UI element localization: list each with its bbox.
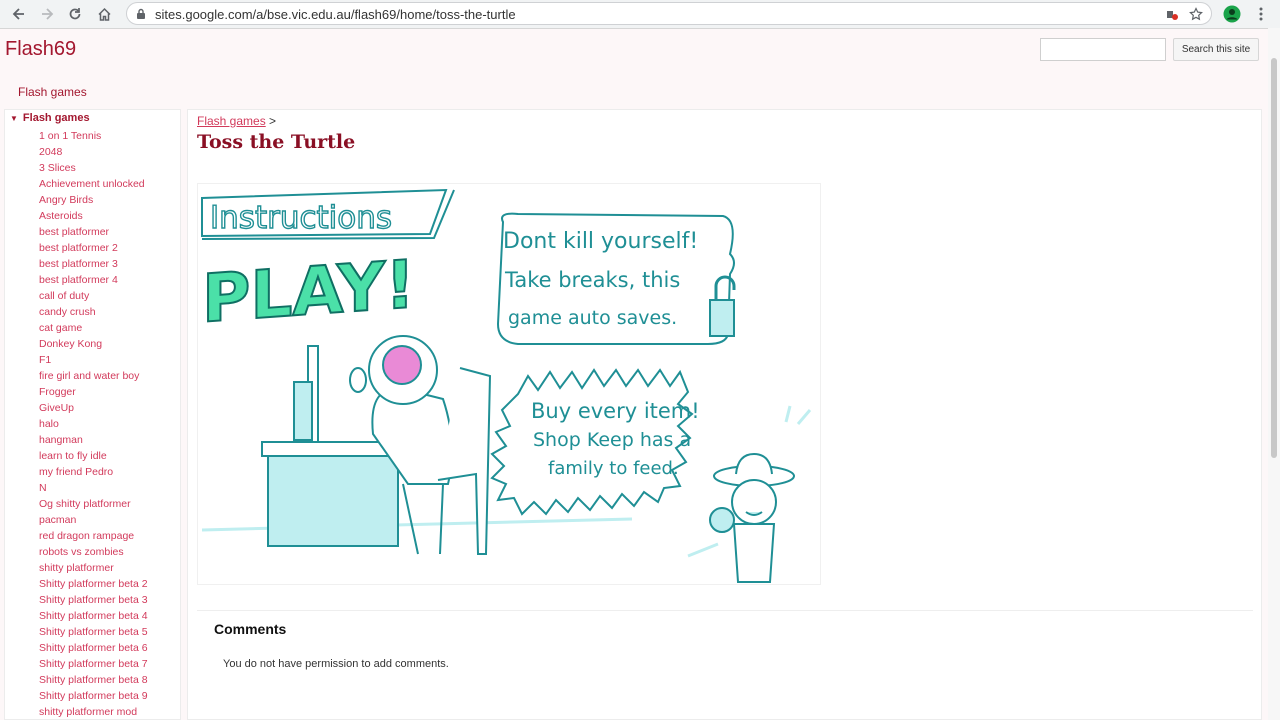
sidebar-item[interactable]: call of duty (39, 288, 148, 304)
sidebar-item[interactable]: candy crush (39, 304, 148, 320)
sidebar-item[interactable]: Shitty platformer beta 6 (39, 640, 148, 656)
sidebar-item[interactable]: best platformer 2 (39, 240, 148, 256)
sidebar-item[interactable]: my friend Pedro (39, 464, 148, 480)
sidebar-item[interactable]: N (39, 480, 148, 496)
instructions-title: Instructions (210, 200, 392, 236)
play-button[interactable]: PLAY! (201, 245, 416, 339)
extension-icon[interactable] (1163, 5, 1181, 23)
sidebar-header[interactable]: ▼ Flash games (10, 112, 90, 124)
sidebar-item[interactable]: Shitty platformer beta 5 (39, 624, 148, 640)
svg-text:family to feed.: family to feed. (548, 458, 679, 479)
sidebar-item[interactable]: robots vs zombies (39, 544, 148, 560)
svg-text:Dont kill yourself!: Dont kill yourself! (503, 229, 698, 254)
sidebar: ▼ Flash games 1 on 1 Tennis 2048 3 Slices A… (4, 109, 181, 720)
padlock-icon (709, 299, 735, 337)
sidebar-item[interactable]: Shitty platformer beta 8 (39, 672, 148, 688)
svg-text:Buy every item!: Buy every item! (531, 399, 700, 423)
instructions-banner: Instructions (201, 188, 455, 240)
comments-title: Comments (214, 621, 287, 637)
ground-line (201, 517, 633, 532)
sidebar-item[interactable]: best platformer 3 (39, 256, 148, 272)
comments-section: Comments You do not have permission to a… (197, 610, 1253, 693)
browser-toolbar: sites.google.com/a/bse.vic.edu.au/flash6… (0, 0, 1280, 29)
sidebar-item[interactable]: Asteroids (39, 208, 148, 224)
sidebar-item[interactable]: shitty platformer (39, 560, 148, 576)
sidebar-item[interactable]: Shitty platformer beta 3 (39, 592, 148, 608)
triangle-down-icon[interactable]: ▼ (10, 114, 18, 123)
svg-text:game auto saves.: game auto saves. (508, 307, 677, 329)
profile-icon[interactable] (1222, 4, 1242, 24)
page-title: Toss the Turtle (197, 131, 356, 153)
sidebar-item[interactable]: hangman (39, 432, 148, 448)
page-scrollbar[interactable] (1268, 28, 1280, 720)
search-input[interactable] (1040, 38, 1166, 61)
sidebar-item[interactable]: Donkey Kong (39, 336, 148, 352)
sidebar-item[interactable]: Shitty platformer beta 4 (39, 608, 148, 624)
sidebar-item[interactable]: pacman (39, 512, 148, 528)
tip-bubble-save: Dont kill yourself! Take breaks, this ga… (496, 212, 736, 345)
flash-game-embed[interactable]: Instructions PLAY! Dont kill yourself! T… (197, 183, 821, 585)
tip-bubble-shop: Buy every item! Shop Keep has a family t… (490, 368, 700, 516)
sidebar-item[interactable]: Og shitty platformer (39, 496, 148, 512)
scrollbar-thumb[interactable] (1271, 58, 1277, 458)
sidebar-item[interactable]: F1 (39, 352, 148, 368)
sidebar-item[interactable]: cat game (39, 320, 148, 336)
sidebar-item[interactable]: Shitty platformer beta 7 (39, 656, 148, 672)
main-content: Flash games > Toss the Turtle Instructio… (187, 109, 1262, 720)
address-bar[interactable]: sites.google.com/a/bse.vic.edu.au/flash6… (126, 2, 1212, 25)
sidebar-item[interactable]: best platformer 4 (39, 272, 148, 288)
sidebar-list: 1 on 1 Tennis 2048 3 Slices Achievement unl… (39, 128, 148, 720)
sidebar-item[interactable]: Shitty platformer beta 2 (39, 576, 148, 592)
site-title[interactable]: Flash69 (5, 38, 76, 61)
sidebar-item[interactable]: red dragon rampage (39, 528, 148, 544)
breadcrumb-link[interactable]: Flash games (197, 114, 266, 128)
breadcrumb: Flash games > (197, 114, 276, 128)
search-button[interactable]: Search this site (1173, 38, 1259, 61)
sidebar-item[interactable]: Frogger (39, 384, 148, 400)
turtle-at-computer (261, 335, 492, 555)
svg-text:PLAY!: PLAY! (202, 246, 415, 338)
sidebar-item[interactable]: best platformer (39, 224, 148, 240)
svg-text:Take breaks, this: Take breaks, this (504, 268, 680, 292)
sidebar-item[interactable]: fire girl and water boy (39, 368, 148, 384)
menu-icon[interactable] (1251, 4, 1271, 24)
nav-tab-flash-games[interactable]: Flash games (10, 81, 95, 103)
sidebar-item[interactable]: Angry Birds (39, 192, 148, 208)
shopkeeper-character (687, 405, 812, 583)
back-icon[interactable] (9, 4, 29, 24)
forward-icon[interactable] (37, 4, 57, 24)
sidebar-item[interactable]: 3 Slices (39, 160, 148, 176)
sidebar-item[interactable]: Achievement unlocked (39, 176, 148, 192)
reload-icon[interactable] (65, 4, 85, 24)
sidebar-item[interactable]: learn to fly idle (39, 448, 148, 464)
comments-permission-message: You do not have permission to add commen… (223, 658, 449, 670)
star-icon[interactable] (1187, 5, 1205, 23)
sidebar-item[interactable]: 2048 (39, 144, 148, 160)
sidebar-item[interactable]: Shitty platformer beta 9 (39, 688, 148, 704)
sidebar-item[interactable]: shitty platformer mod (39, 704, 148, 720)
home-icon[interactable] (94, 4, 114, 24)
sidebar-item[interactable]: GiveUp (39, 400, 148, 416)
lock-icon[interactable] (132, 5, 150, 23)
sidebar-item[interactable]: 1 on 1 Tennis (39, 128, 148, 144)
url-text: sites.google.com/a/bse.vic.edu.au/flash6… (155, 7, 516, 22)
svg-text:Shop Keep has a: Shop Keep has a (533, 429, 691, 451)
breadcrumb-separator: > (269, 114, 277, 128)
sidebar-item[interactable]: halo (39, 416, 148, 432)
